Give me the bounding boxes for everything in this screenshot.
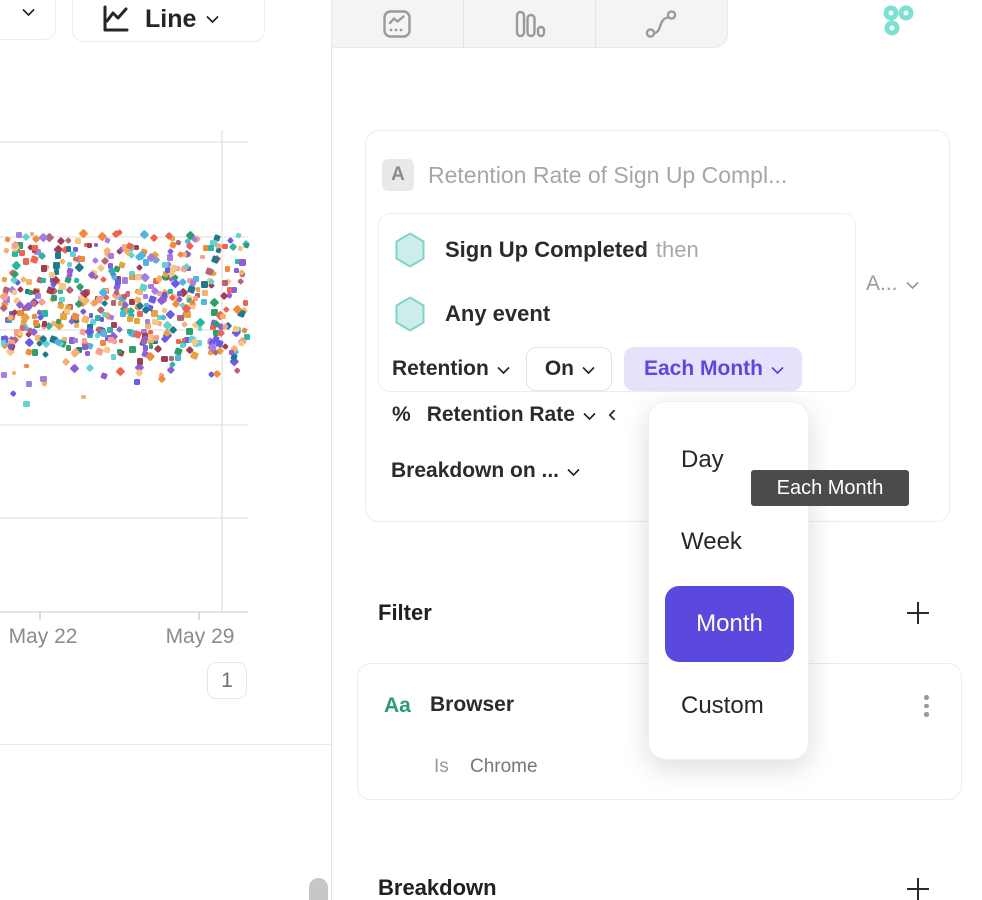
tab-segmentation-selected[interactable]: [858, 0, 938, 48]
metric-dropdown[interactable]: Retention Rate: [427, 403, 575, 427]
interval-dropdown[interactable]: Each Month: [624, 347, 802, 391]
collapsed-dropdown-button[interactable]: [0, 0, 56, 40]
interval-option-week[interactable]: Week: [681, 528, 742, 556]
chevron-down-icon: [771, 361, 784, 374]
segment-dropdown[interactable]: A...: [866, 272, 917, 296]
app-window: Line May 22 May 29 1: [0, 0, 982, 900]
x-axis-tick-label: May 22: [0, 625, 103, 649]
chevron-down-icon: [567, 463, 580, 476]
tab-metrics-chart[interactable]: [331, 0, 463, 48]
chevron-down-icon: [497, 361, 510, 374]
x-axis-tick-label: May 29: [140, 625, 260, 649]
filter-operator[interactable]: Is: [434, 756, 449, 778]
event-hexagon-icon: [395, 232, 425, 268]
event-definition-card: Sign Up Completed then Any event Retenti…: [378, 213, 856, 392]
event-row: Any event: [395, 296, 558, 332]
on-dropdown[interactable]: On: [526, 347, 612, 391]
add-filter-button[interactable]: [906, 601, 930, 625]
page-number-button[interactable]: 1: [207, 662, 247, 699]
metric-row: % Retention Rate: [392, 403, 618, 427]
chart-type-button[interactable]: Line: [72, 0, 265, 42]
interval-option-custom[interactable]: Custom: [681, 692, 764, 720]
filter-section-title: Filter: [378, 600, 432, 626]
percent-icon: %: [392, 403, 411, 427]
bar-chart-icon: [512, 9, 546, 39]
event-then-label: then: [656, 237, 699, 263]
each-month-tooltip: Each Month: [751, 470, 909, 506]
breakdown-section-title: Breakdown: [378, 875, 497, 900]
chevron-down-icon: [583, 407, 596, 420]
event-name[interactable]: Any event: [445, 301, 550, 327]
horizontal-divider: [0, 744, 331, 745]
filter-property[interactable]: Browser: [430, 693, 514, 717]
string-property-icon: Aa: [384, 694, 411, 718]
retention-mode-dropdown[interactable]: Retention: [392, 357, 508, 381]
retention-scatter-chart: [0, 130, 248, 612]
query-label-badge: A: [382, 159, 414, 191]
flow-squiggle-icon: [644, 9, 678, 39]
filter-value[interactable]: Chrome: [470, 756, 538, 778]
filter-menu-button[interactable]: [924, 695, 929, 717]
scatter-points: [0, 130, 248, 612]
page-left-icon[interactable]: [608, 409, 619, 420]
retention-controls-row: Retention On Each Month: [392, 347, 802, 391]
framed-line-chart-icon: [382, 9, 412, 39]
query-title-input[interactable]: Retention Rate of Sign Up Compl...: [428, 162, 787, 189]
interval-option-month-selected[interactable]: Month: [665, 586, 794, 662]
chevron-down-icon: [22, 4, 35, 17]
chevron-down-icon: [207, 10, 220, 23]
panel-divider: [331, 0, 332, 900]
tab-flow-chart[interactable]: [595, 0, 727, 48]
event-name[interactable]: Sign Up Completed: [445, 237, 648, 263]
breakdown-on-dropdown[interactable]: Breakdown on ...: [391, 459, 578, 483]
chevron-down-icon: [582, 361, 595, 374]
add-breakdown-button[interactable]: [906, 877, 930, 900]
interval-menu: Day Week Month Custom: [648, 401, 809, 760]
event-hexagon-icon: [395, 296, 425, 332]
chevron-down-icon: [906, 276, 919, 289]
interval-option-day[interactable]: Day: [681, 446, 724, 474]
event-row: Sign Up Completed then: [395, 232, 699, 268]
teal-circles-icon: [877, 4, 919, 40]
line-chart-icon: [99, 3, 131, 35]
chart-type-label: Line: [145, 5, 196, 34]
scrollbar-thumb[interactable]: [309, 878, 328, 900]
tab-bar-chart[interactable]: [463, 0, 595, 48]
